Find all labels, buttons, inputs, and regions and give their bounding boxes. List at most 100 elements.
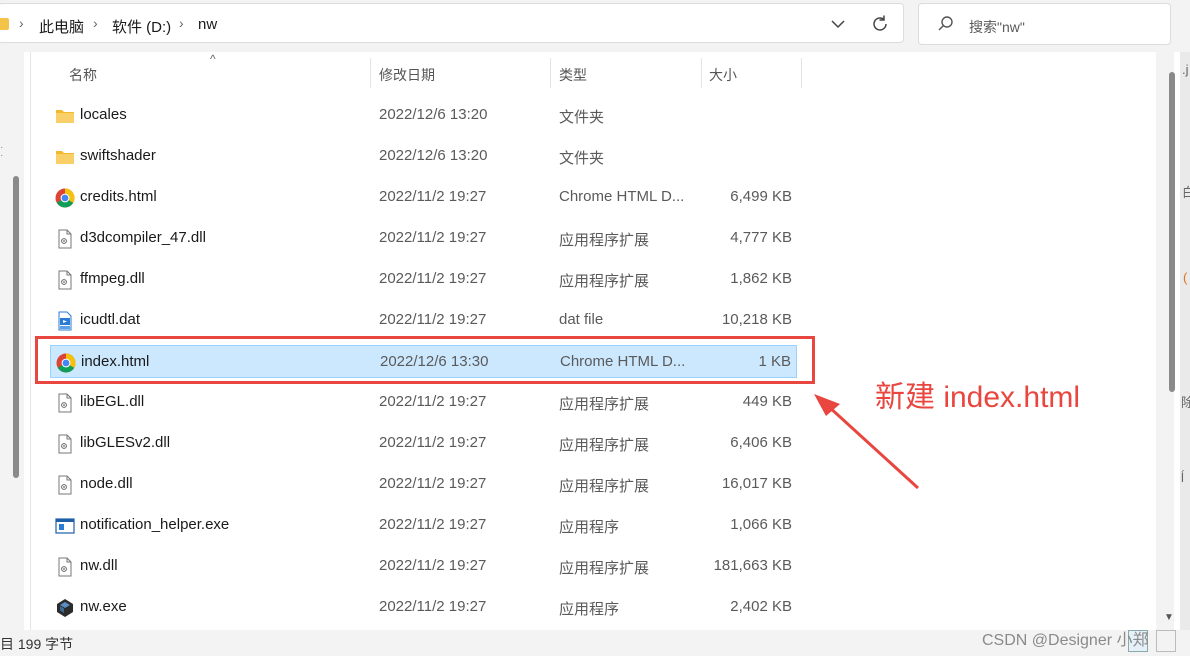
file-modified-date: 2022/11/2 19:27 [379, 188, 487, 205]
column-divider[interactable] [801, 58, 802, 88]
file-type: 应用程序 [559, 519, 620, 536]
edge-glyph: 白 [1182, 185, 1190, 200]
file-name: libGLESv2.dll [80, 434, 171, 451]
annotation-highlight-box [35, 336, 815, 384]
file-size: 4,777 KB [730, 229, 792, 246]
file-row[interactable]: node.dll 2022/11/2 19:27 应用程序扩展 16,017 KB [50, 468, 797, 501]
file-name: swiftshader [80, 147, 156, 164]
file-size: 181,663 KB [713, 557, 792, 574]
file-type: 应用程序 [559, 601, 620, 618]
file-row[interactable]: credits.html 2022/11/2 19:27 Chrome HTML D… [50, 181, 797, 214]
navigation-pane-edge: · · [0, 52, 24, 630]
file-row[interactable]: ffmpeg.dll 2022/11/2 19:27 应用程序扩展 1,862 KB [50, 263, 797, 296]
file-type: 文件夹 [559, 150, 605, 167]
nav-scrollbar[interactable] [13, 176, 19, 478]
edge-glyph: .j [1182, 62, 1189, 77]
file-type: 应用程序扩展 [559, 396, 650, 413]
file-size: 10,218 KB [721, 311, 792, 328]
folder-icon [55, 147, 75, 167]
dll-file-icon [55, 475, 75, 495]
dll-file-icon [55, 557, 75, 577]
file-type: Chrome HTML D... [559, 188, 685, 205]
file-name: credits.html [80, 188, 157, 205]
file-size: 6,499 KB [730, 188, 792, 205]
file-modified-date: 2022/11/2 19:27 [379, 270, 487, 287]
file-modified-date: 2022/11/2 19:27 [379, 475, 487, 492]
file-row[interactable]: libEGL.dll 2022/11/2 19:27 应用程序扩展 449 KB [50, 386, 797, 419]
dll-file-icon [55, 270, 75, 290]
column-header-name[interactable]: 名称 [69, 65, 97, 85]
file-name: locales [80, 106, 127, 123]
file-name: ffmpeg.dll [80, 270, 145, 287]
search-input[interactable]: 搜索"nw" [918, 3, 1171, 45]
dat-file-icon [55, 311, 75, 331]
sort-up-icon: ^ [210, 52, 216, 66]
file-type: 应用程序扩展 [559, 478, 650, 495]
file-name: nw.exe [80, 598, 127, 615]
pane-divider[interactable] [30, 52, 31, 630]
exe-app-icon [55, 516, 75, 536]
edge-glyph: ĺ [1181, 470, 1184, 485]
file-modified-date: 2022/11/2 19:27 [379, 516, 487, 533]
search-icon [938, 16, 953, 31]
file-name: notification_helper.exe [80, 516, 230, 533]
file-name: node.dll [80, 475, 133, 492]
file-size: 2,402 KB [730, 598, 792, 615]
file-row[interactable]: nw.exe 2022/11/2 19:27 应用程序 2,402 KB [50, 591, 797, 624]
breadcrumb-this-pc[interactable]: 此电脑 [39, 16, 84, 37]
column-header-size[interactable]: 大小 [709, 65, 737, 85]
column-divider[interactable] [701, 58, 702, 88]
chevron-right-icon[interactable]: › [179, 15, 184, 31]
chevron-down-icon[interactable] [827, 15, 849, 33]
breadcrumb-nw[interactable]: nw [198, 16, 217, 33]
chevron-right-icon: › [19, 15, 24, 31]
file-row[interactable]: libGLESv2.dll 2022/11/2 19:27 应用程序扩展 6,406 … [50, 427, 797, 460]
file-row[interactable]: d3dcompiler_47.dll 2022/11/2 19:27 应用程序扩展 4… [50, 222, 797, 255]
column-divider[interactable] [370, 58, 371, 88]
file-size: 1,066 KB [730, 516, 792, 533]
file-type: 应用程序扩展 [559, 437, 650, 454]
scrollbar-thumb[interactable] [1169, 72, 1175, 392]
dll-file-icon [55, 434, 75, 454]
file-name: d3dcompiler_47.dll [80, 229, 206, 246]
file-type: 文件夹 [559, 109, 605, 126]
column-divider[interactable] [550, 58, 551, 88]
breadcrumb-drive-d[interactable]: 软件 (D:) [112, 16, 171, 37]
file-name: icudtl.dat [80, 311, 141, 328]
file-row[interactable]: swiftshader 2022/12/6 13:20 文件夹 [50, 140, 797, 173]
file-row[interactable]: notification_helper.exe 2022/11/2 19:27 应用… [50, 509, 797, 542]
nw-app-icon [55, 598, 75, 618]
file-type: 应用程序扩展 [559, 273, 650, 290]
file-type: 应用程序扩展 [559, 560, 650, 577]
file-modified-date: 2022/11/2 19:27 [379, 434, 487, 451]
file-modified-date: 2022/11/2 19:27 [379, 598, 487, 615]
status-text: 目 199 字节 [0, 636, 74, 652]
background-window-edge [1180, 52, 1190, 630]
file-row[interactable]: locales 2022/12/6 13:20 文件夹 [50, 99, 797, 132]
file-size: 449 KB [742, 393, 792, 410]
file-type: 应用程序扩展 [559, 232, 650, 249]
scroll-down-arrow-icon[interactable]: ▼ [1164, 612, 1174, 623]
column-header-date[interactable]: 修改日期 [379, 65, 435, 85]
tiles-view-button[interactable] [1156, 630, 1176, 652]
file-modified-date: 2022/11/2 19:27 [379, 229, 487, 246]
address-toolbar: › 此电脑 › 软件 (D:) › nw 搜索"nw" [0, 0, 1190, 52]
watermark: CSDN @Designer 小郑 [982, 632, 1149, 649]
search-placeholder: 搜索"nw" [969, 19, 1025, 35]
file-name: nw.dll [80, 557, 118, 574]
annotation-text: 新建 index.html [875, 381, 1081, 414]
file-row[interactable]: icudtl.dat 2022/11/2 19:27 dat file 10,218 … [50, 304, 797, 337]
file-modified-date: 2022/12/6 13:20 [379, 106, 488, 123]
folder-icon [0, 18, 9, 30]
file-modified-date: 2022/12/6 13:20 [379, 147, 488, 164]
file-row[interactable]: nw.dll 2022/11/2 19:27 应用程序扩展 181,663 KB [50, 550, 797, 583]
refresh-icon[interactable] [869, 13, 891, 35]
edge-glyph: 除 [1181, 395, 1190, 410]
dll-file-icon [55, 393, 75, 413]
edge-glyph: ( [1183, 270, 1188, 285]
file-size: 1,862 KB [730, 270, 792, 287]
chevron-right-icon[interactable]: › [93, 15, 98, 31]
pane-dots: · · [0, 142, 4, 161]
column-header-type[interactable]: 类型 [559, 65, 587, 85]
address-bar[interactable]: › 此电脑 › 软件 (D:) › nw [0, 3, 904, 43]
